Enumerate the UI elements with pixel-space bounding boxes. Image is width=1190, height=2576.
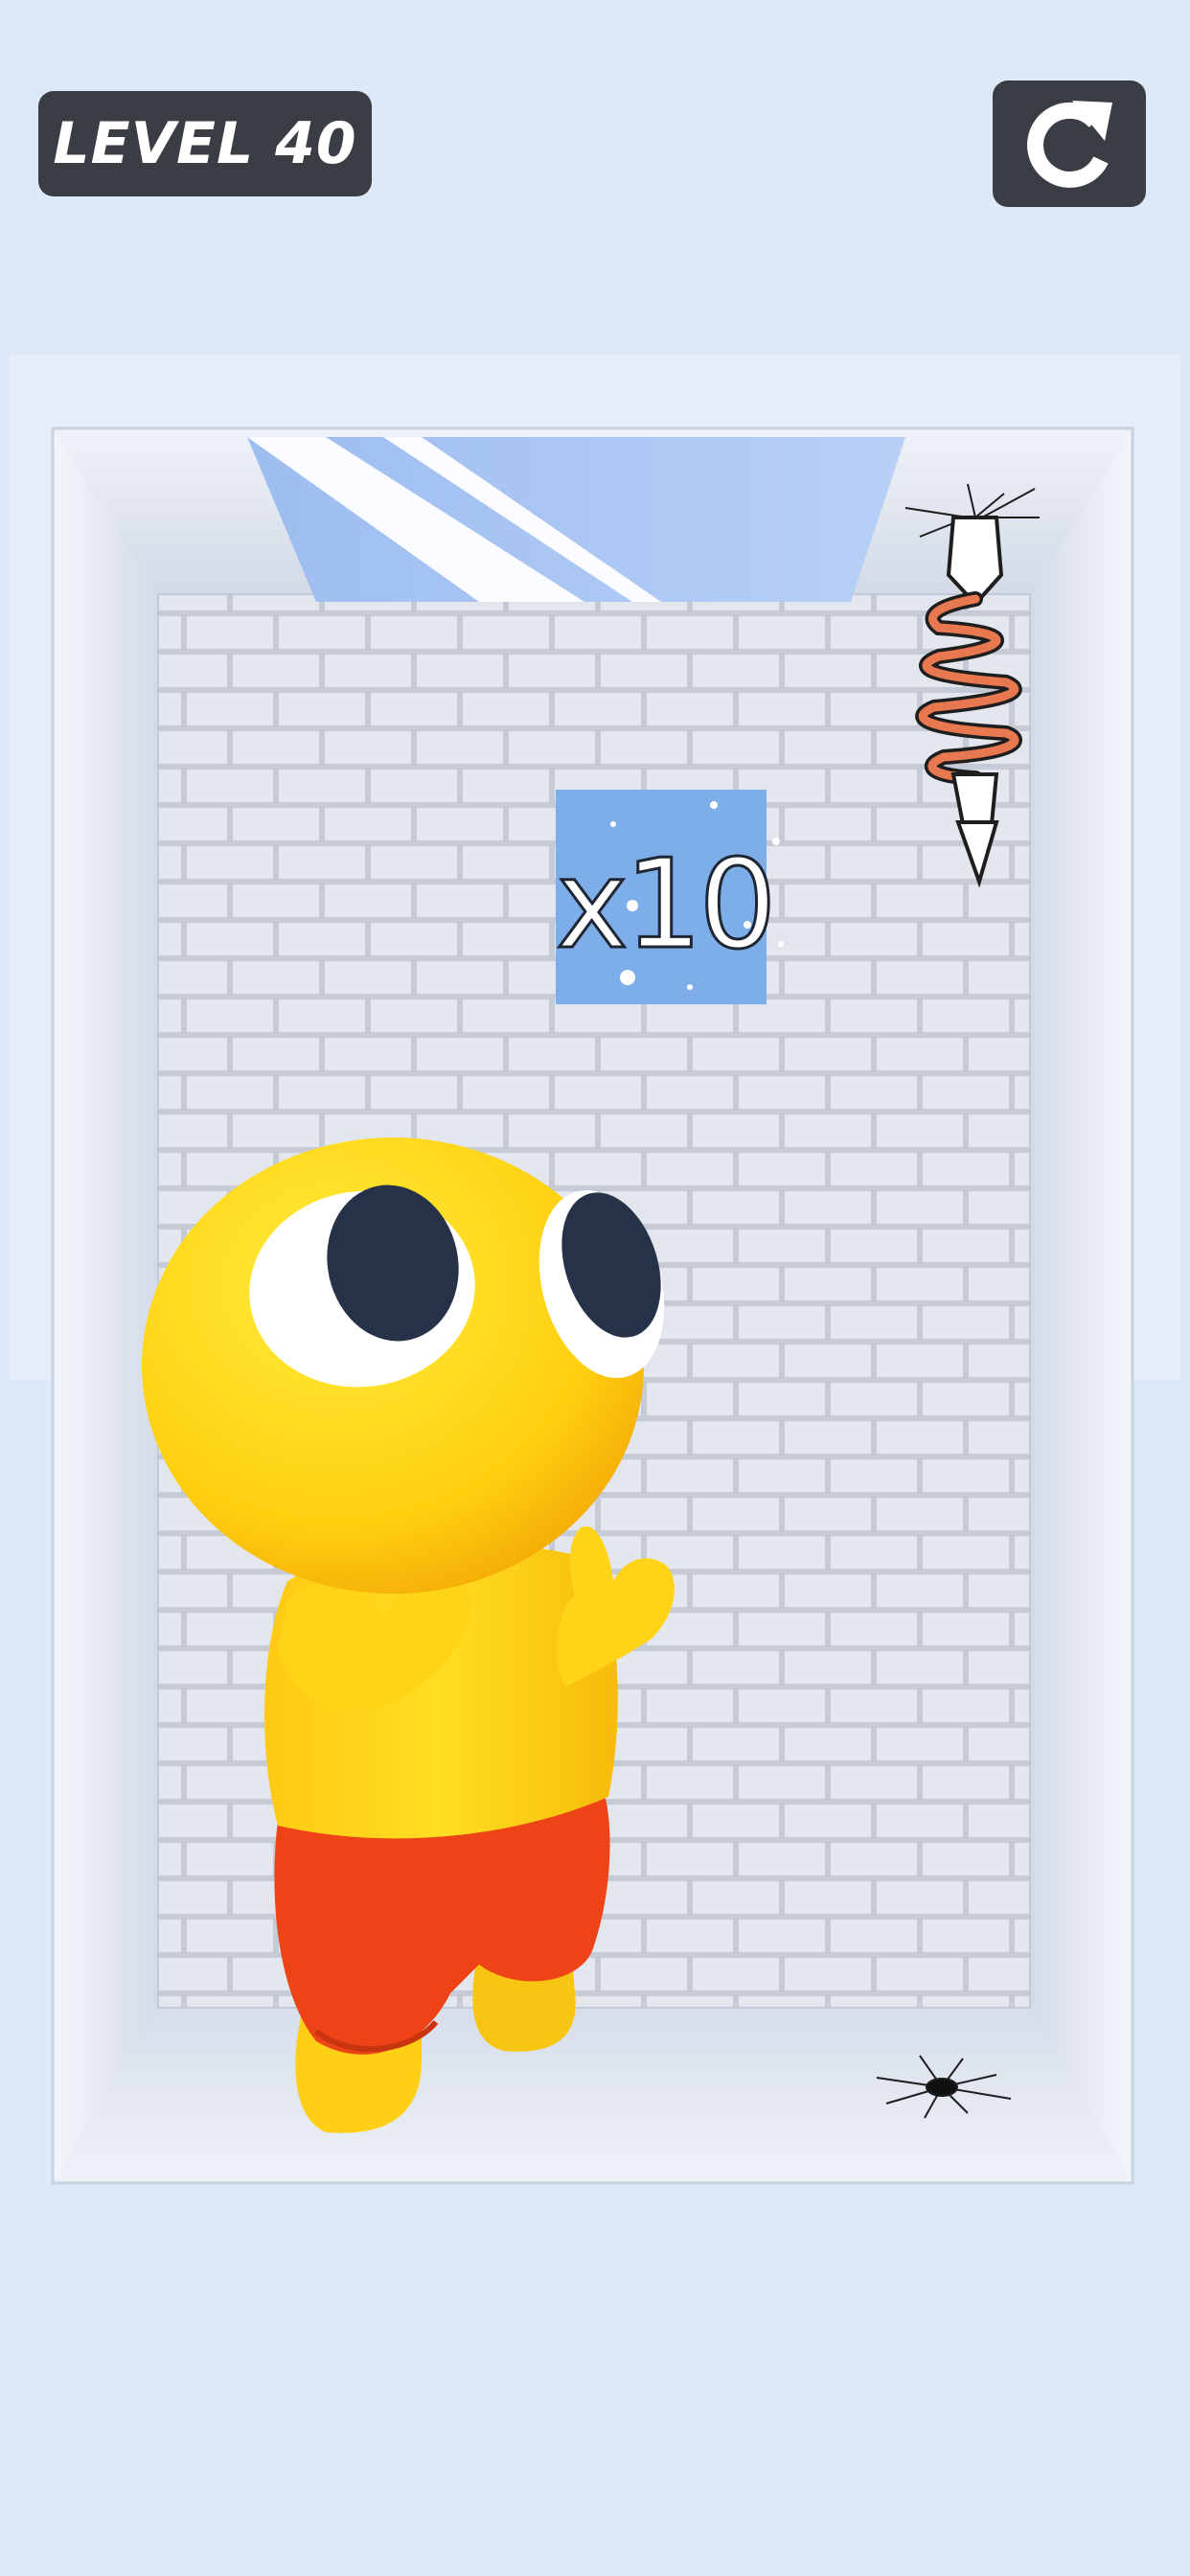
ceiling-glass-window — [247, 437, 905, 602]
right-wall — [1030, 428, 1133, 2183]
game-scene[interactable] — [0, 0, 1190, 2576]
floor — [53, 2008, 1133, 2183]
multiplier-label: x10 — [555, 833, 779, 978]
left-wall — [53, 428, 158, 2183]
